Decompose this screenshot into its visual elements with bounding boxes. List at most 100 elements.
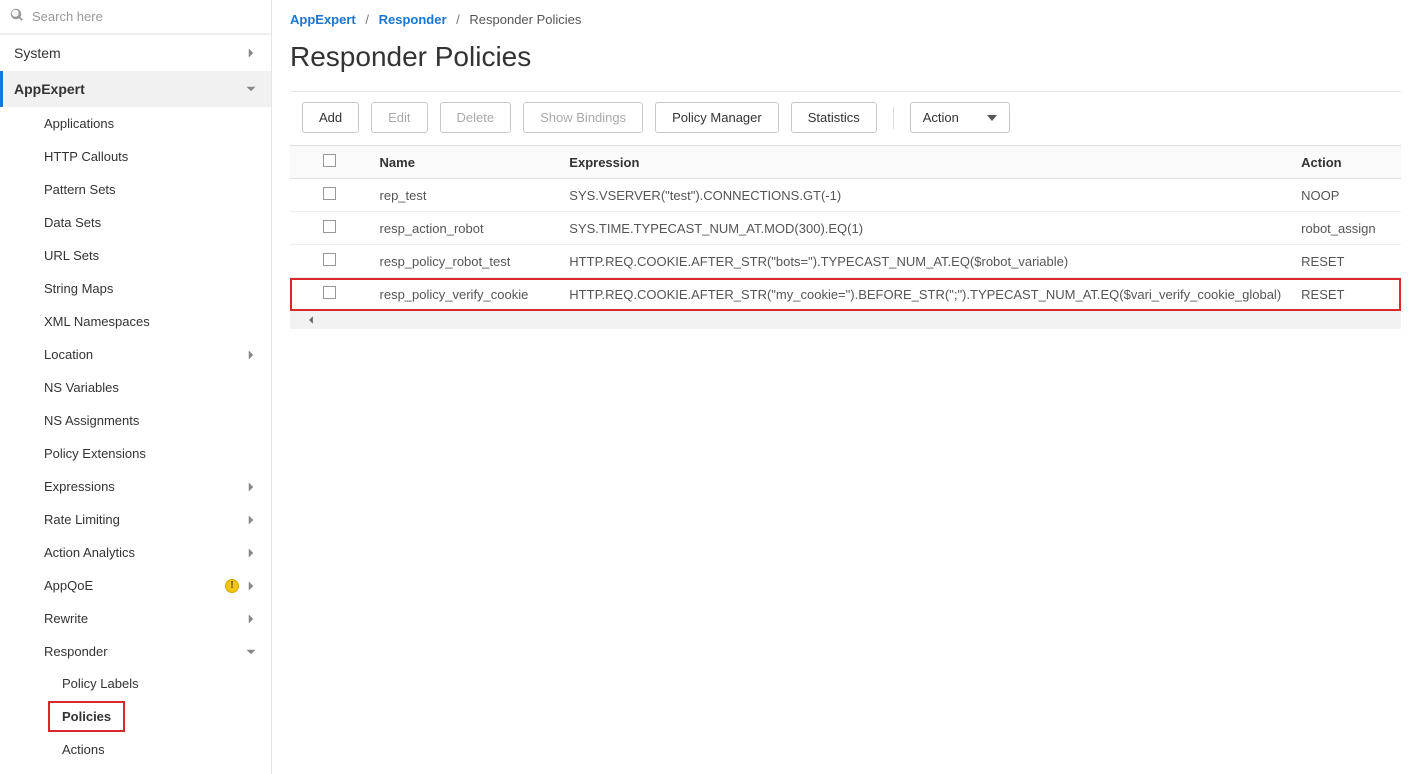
sidebar-item-label: Responder [44, 644, 108, 659]
toolbar-divider [893, 107, 894, 129]
cell-action: RESET [1291, 245, 1401, 278]
row-checkbox[interactable] [323, 253, 336, 266]
col-action[interactable]: Action [1291, 146, 1401, 179]
breadcrumb-responder[interactable]: Responder [379, 12, 447, 27]
sidebar-item-label: NS Assignments [44, 413, 139, 428]
cell-name: rep_test [370, 179, 560, 212]
main-content: AppExpert / Responder / Responder Polici… [272, 0, 1419, 774]
table-row[interactable]: resp_policy_robot_test HTTP.REQ.COOKIE.A… [290, 245, 1401, 278]
sidebar-item-system[interactable]: System [0, 34, 271, 71]
sidebar-item-label: Actions [62, 742, 105, 757]
sidebar-item-applications[interactable]: Applications [30, 107, 271, 140]
cell-action: NOOP [1291, 179, 1401, 212]
sidebar-item-policies[interactable]: Policies [48, 701, 125, 732]
sidebar-item-label: Applications [44, 116, 114, 131]
sidebar-item-label: Rate Limiting [44, 512, 120, 527]
search-input[interactable] [32, 9, 261, 24]
col-name[interactable]: Name [370, 146, 560, 179]
chevron-right-icon [245, 349, 257, 361]
show-bindings-button[interactable]: Show Bindings [523, 102, 643, 133]
sidebar-item-label: XML Namespaces [44, 314, 150, 329]
sidebar-item-rewrite[interactable]: Rewrite [30, 602, 271, 635]
sidebar-item-policy-labels[interactable]: Policy Labels [48, 668, 271, 699]
action-dropdown[interactable]: Action [910, 102, 1010, 133]
sidebar-item-label: AppExpert [14, 81, 85, 97]
sidebar-item-label: AppQoE [44, 578, 93, 593]
warning-icon: ! [225, 579, 239, 593]
sidebar-item-label: Rewrite [44, 611, 88, 626]
sidebar-item-label: Expressions [44, 479, 115, 494]
sidebar-item-responder[interactable]: Responder [30, 635, 271, 668]
chevron-right-icon [245, 514, 257, 526]
col-expression[interactable]: Expression [559, 146, 1291, 179]
policy-manager-button[interactable]: Policy Manager [655, 102, 779, 133]
delete-button[interactable]: Delete [440, 102, 512, 133]
row-checkbox[interactable] [323, 286, 336, 299]
sidebar-item-policy-extensions[interactable]: Policy Extensions [30, 437, 271, 470]
sidebar-item-label: Action Analytics [44, 545, 135, 560]
search-box [0, 0, 271, 34]
sidebar-item-data-sets[interactable]: Data Sets [30, 206, 271, 239]
sidebar-item-pattern-sets[interactable]: Pattern Sets [30, 173, 271, 206]
sidebar-item-action-analytics[interactable]: Action Analytics [30, 536, 271, 569]
sidebar-item-ns-variables[interactable]: NS Variables [30, 371, 271, 404]
sidebar-item-ns-assignments[interactable]: NS Assignments [30, 404, 271, 437]
sidebar-item-label: HTTP Callouts [44, 149, 128, 164]
search-icon [10, 8, 24, 25]
sidebar-item-http-callouts[interactable]: HTTP Callouts [30, 140, 271, 173]
cell-action: robot_assign [1291, 212, 1401, 245]
cell-expression: SYS.VSERVER("test").CONNECTIONS.GT(-1) [559, 179, 1291, 212]
page-title: Responder Policies [290, 41, 1401, 73]
chevron-right-icon [245, 47, 257, 59]
responder-sublist: Policy Labels Policies Actions [30, 668, 271, 765]
table-footer-bar [290, 311, 1401, 329]
sidebar-item-label: Policy Labels [62, 676, 139, 691]
chevron-right-icon [245, 481, 257, 493]
statistics-button[interactable]: Statistics [791, 102, 877, 133]
select-all-checkbox[interactable] [323, 154, 336, 167]
sidebar-item-label: Pattern Sets [44, 182, 116, 197]
chevron-right-icon [245, 613, 257, 625]
sidebar-item-label: NS Variables [44, 380, 119, 395]
sidebar-item-label: Policies [62, 709, 111, 724]
chevron-down-icon [245, 646, 257, 658]
breadcrumb-sep: / [456, 12, 460, 27]
edit-button[interactable]: Edit [371, 102, 427, 133]
chevron-right-icon [245, 547, 257, 559]
cell-name: resp_policy_verify_cookie [370, 278, 560, 311]
table-row[interactable]: resp_action_robot SYS.TIME.TYPECAST_NUM_… [290, 212, 1401, 245]
sidebar-item-location[interactable]: Location [30, 338, 271, 371]
table-header-row: Name Expression Action [290, 146, 1401, 179]
action-dropdown-label: Action [923, 110, 959, 125]
cell-expression: HTTP.REQ.COOKIE.AFTER_STR("bots=").TYPEC… [559, 245, 1291, 278]
sidebar-item-actions[interactable]: Actions [48, 734, 271, 765]
chevron-left-icon[interactable] [306, 315, 316, 325]
breadcrumb: AppExpert / Responder / Responder Polici… [290, 12, 1401, 27]
cell-name: resp_policy_robot_test [370, 245, 560, 278]
sidebar-item-url-sets[interactable]: URL Sets [30, 239, 271, 272]
sidebar-item-string-maps[interactable]: String Maps [30, 272, 271, 305]
sidebar-item-label: Data Sets [44, 215, 101, 230]
sidebar-item-appexpert[interactable]: AppExpert [0, 71, 271, 107]
row-checkbox[interactable] [323, 187, 336, 200]
breadcrumb-appexpert[interactable]: AppExpert [290, 12, 356, 27]
chevron-down-icon [245, 83, 257, 95]
breadcrumb-sep: / [365, 12, 369, 27]
sidebar-item-label: System [14, 45, 61, 61]
sidebar-item-appqoe[interactable]: AppQoE ! [30, 569, 271, 602]
breadcrumb-current: Responder Policies [469, 12, 581, 27]
cell-action: RESET [1291, 278, 1401, 311]
table-row[interactable]: rep_test SYS.VSERVER("test").CONNECTIONS… [290, 179, 1401, 212]
sidebar-item-expressions[interactable]: Expressions [30, 470, 271, 503]
cell-expression: SYS.TIME.TYPECAST_NUM_AT.MOD(300).EQ(1) [559, 212, 1291, 245]
sidebar-item-rate-limiting[interactable]: Rate Limiting [30, 503, 271, 536]
sidebar-item-label: Policy Extensions [44, 446, 146, 461]
sidebar-item-label: String Maps [44, 281, 113, 296]
policies-table: Name Expression Action rep_test SYS.VSER… [290, 145, 1401, 311]
cell-name: resp_action_robot [370, 212, 560, 245]
sidebar-item-label: Location [44, 347, 93, 362]
row-checkbox[interactable] [323, 220, 336, 233]
table-row[interactable]: resp_policy_verify_cookie HTTP.REQ.COOKI… [290, 278, 1401, 311]
sidebar-item-xml-namespaces[interactable]: XML Namespaces [30, 305, 271, 338]
add-button[interactable]: Add [302, 102, 359, 133]
